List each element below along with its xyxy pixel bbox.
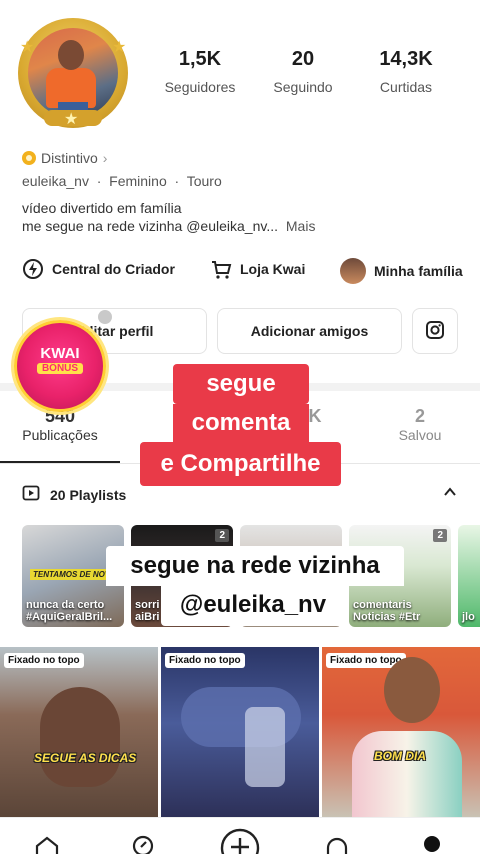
video-caption-tag: SEGUE AS DICAS bbox=[34, 751, 137, 765]
video-cell[interactable]: Fixado no topo SEGUE AS DICAS bbox=[0, 647, 158, 817]
video-caption-tag: BOM DIA bbox=[374, 749, 426, 763]
tab-label: Salvou bbox=[398, 427, 442, 443]
plus-icon[interactable] bbox=[220, 826, 260, 854]
bottom-navigation bbox=[0, 817, 480, 854]
stat-likes[interactable]: 14,3K Curtidas bbox=[351, 48, 461, 95]
cart-icon bbox=[210, 258, 232, 280]
stat-value: 14,3K bbox=[379, 48, 433, 70]
bio-line: me segue na rede vizinha @euleika_nv... … bbox=[22, 218, 315, 234]
family-shortcut[interactable]: Minha família bbox=[340, 258, 463, 284]
pinned-badge: Fixado no topo bbox=[4, 653, 84, 668]
playlists-header[interactable]: 20 Playlists bbox=[22, 484, 126, 505]
bio-line: vídeo divertido em família bbox=[22, 200, 182, 216]
message-icon[interactable] bbox=[325, 836, 349, 854]
profile-meta: euleika_nv · Feminino · Touro bbox=[22, 173, 222, 189]
overlay-text-handle: @euleika_nv bbox=[161, 584, 345, 626]
profile-icon[interactable] bbox=[424, 836, 440, 852]
tab-saved[interactable]: 2 Salvou bbox=[370, 406, 470, 443]
stat-value: 20 bbox=[291, 48, 315, 70]
tab-count: 2 bbox=[414, 406, 425, 426]
pinned-badge: Fixado no topo bbox=[165, 653, 245, 668]
thumb-caption: nunca da certo #AquiGeralBril... bbox=[26, 599, 113, 623]
tab-label: Publicações bbox=[22, 427, 98, 443]
close-sticker-icon[interactable] bbox=[98, 310, 112, 324]
stat-following[interactable]: 20 Seguindo bbox=[248, 48, 358, 95]
instagram-button[interactable] bbox=[412, 308, 458, 354]
bio-more-link[interactable]: Mais bbox=[286, 218, 316, 234]
chevron-right-icon: › bbox=[102, 150, 108, 166]
chevron-up-icon[interactable] bbox=[442, 484, 458, 505]
overlay-text-share: e Compartilhe bbox=[140, 442, 341, 486]
video-cell[interactable]: Fixado no topo BOM DIA bbox=[322, 647, 480, 817]
playlist-thumb[interactable]: jlo bbox=[458, 525, 480, 627]
playlists-label: 20 Playlists bbox=[50, 486, 127, 503]
shortcut-label: Loja Kwai bbox=[240, 261, 306, 277]
stat-label: Seguidores bbox=[164, 79, 236, 95]
avatar-photo bbox=[28, 28, 118, 118]
bottle-shape bbox=[245, 707, 285, 787]
stat-followers[interactable]: 1,5K Seguidores bbox=[145, 48, 255, 95]
star-icon: ★ bbox=[64, 111, 79, 128]
shortcut-label: Central do Criador bbox=[52, 261, 175, 277]
star-icon: ★ bbox=[20, 39, 35, 56]
add-friends-button[interactable]: Adicionar amigos bbox=[217, 308, 402, 354]
overlay-text-comment: comenta bbox=[173, 404, 309, 442]
kwai-label: KWAI bbox=[40, 345, 80, 362]
thumb-caption: jlo bbox=[462, 611, 475, 623]
overlay-text-follow-elsewhere: segue na rede vizinha bbox=[106, 546, 404, 586]
person-face bbox=[40, 687, 120, 787]
badge-label: Distintivo bbox=[41, 150, 98, 166]
thumb-count-badge: 2 bbox=[433, 529, 447, 542]
home-icon[interactable] bbox=[34, 836, 60, 854]
person-face bbox=[384, 657, 440, 723]
family-avatar bbox=[340, 258, 366, 284]
thumb-caption: comentaris Noticias #Etr bbox=[353, 599, 421, 623]
bolt-icon bbox=[22, 258, 44, 280]
explore-icon[interactable] bbox=[131, 834, 155, 854]
bio-text: me segue na rede vizinha @euleika_nv... bbox=[22, 218, 278, 234]
badge-icon bbox=[22, 151, 36, 165]
active-tab-indicator bbox=[0, 461, 120, 463]
stat-value: 1,5K bbox=[178, 48, 222, 70]
floral-shirt bbox=[352, 731, 462, 817]
shortcut-label: Minha família bbox=[374, 263, 463, 279]
stat-label: Curtidas bbox=[379, 79, 433, 95]
video-cell[interactable]: Fixado no topo bbox=[161, 647, 319, 817]
overlay-text-follow: segue bbox=[173, 364, 309, 404]
creator-center-shortcut[interactable]: Central do Criador bbox=[22, 258, 175, 280]
playlist-icon bbox=[22, 484, 40, 505]
kwai-bonus-sticker[interactable]: KWAI BÔNUS bbox=[14, 320, 106, 412]
kwai-shop-shortcut[interactable]: Loja Kwai bbox=[210, 258, 305, 280]
badge-link[interactable]: Distintivo › bbox=[22, 150, 107, 166]
profile-avatar[interactable]: ★ ★ ★ bbox=[14, 14, 132, 132]
thumb-count-badge: 2 bbox=[215, 529, 229, 542]
star-icon: ★ bbox=[112, 39, 127, 56]
bonus-label: BÔNUS bbox=[37, 363, 83, 374]
instagram-icon bbox=[425, 320, 445, 343]
stat-label: Seguindo bbox=[273, 79, 333, 95]
